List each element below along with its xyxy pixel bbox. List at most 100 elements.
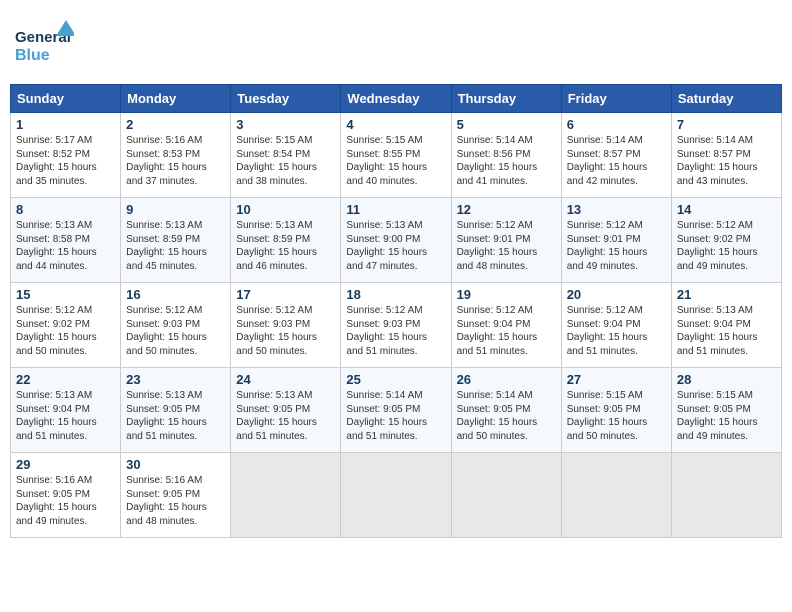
calendar-cell: 23 Sunrise: 5:13 AMSunset: 9:05 PMDayligh… [121,368,231,453]
day-number: 18 [346,287,445,302]
day-number: 23 [126,372,225,387]
day-info: Sunrise: 5:16 AMSunset: 9:05 PMDaylight:… [126,474,225,528]
day-number: 13 [567,202,666,217]
calendar-cell: 21 Sunrise: 5:13 AMSunset: 9:04 PMDayligh… [671,283,781,368]
calendar-week-3: 15 Sunrise: 5:12 AMSunset: 9:02 PMDayligh… [11,283,782,368]
day-info: Sunrise: 5:13 AMSunset: 9:04 PMDaylight:… [677,304,776,358]
day-number: 26 [457,372,556,387]
day-info: Sunrise: 5:14 AMSunset: 8:56 PMDaylight:… [457,134,556,188]
logo-svg: General Blue [14,18,74,73]
day-info: Sunrise: 5:12 AMSunset: 9:04 PMDaylight:… [457,304,556,358]
day-number: 17 [236,287,335,302]
day-info: Sunrise: 5:16 AMSunset: 8:53 PMDaylight:… [126,134,225,188]
calendar-cell: 6 Sunrise: 5:14 AMSunset: 8:57 PMDaylight… [561,113,671,198]
day-number: 14 [677,202,776,217]
calendar-cell: 10 Sunrise: 5:13 AMSunset: 8:59 PMDayligh… [231,198,341,283]
calendar-cell: 18 Sunrise: 5:12 AMSunset: 9:03 PMDayligh… [341,283,451,368]
calendar-cell: 30 Sunrise: 5:16 AMSunset: 9:05 PMDayligh… [121,453,231,538]
header-saturday: Saturday [671,85,781,113]
calendar-header-row: SundayMondayTuesdayWednesdayThursdayFrid… [11,85,782,113]
day-number: 21 [677,287,776,302]
day-info: Sunrise: 5:12 AMSunset: 9:03 PMDaylight:… [346,304,445,358]
day-info: Sunrise: 5:13 AMSunset: 9:05 PMDaylight:… [236,389,335,443]
day-info: Sunrise: 5:14 AMSunset: 9:05 PMDaylight:… [457,389,556,443]
day-info: Sunrise: 5:16 AMSunset: 9:05 PMDaylight:… [16,474,115,528]
day-info: Sunrise: 5:13 AMSunset: 9:05 PMDaylight:… [126,389,225,443]
day-info: Sunrise: 5:12 AMSunset: 9:01 PMDaylight:… [567,219,666,273]
calendar-cell: 12Sunrise: 5:12 AMSunset: 9:01 PMDayligh… [451,198,561,283]
day-number: 10 [236,202,335,217]
calendar-week-4: 22 Sunrise: 5:13 AMSunset: 9:04 PMDayligh… [11,368,782,453]
day-info: Sunrise: 5:12 AMSunset: 9:02 PMDaylight:… [16,304,115,358]
day-info: Sunrise: 5:13 AMSunset: 9:00 PMDaylight:… [346,219,445,273]
day-info: Sunrise: 5:12 AMSunset: 9:04 PMDaylight:… [567,304,666,358]
logo: General Blue [14,18,66,68]
day-info: Sunrise: 5:14 AMSunset: 8:57 PMDaylight:… [677,134,776,188]
calendar-cell: 13 Sunrise: 5:12 AMSunset: 9:01 PMDayligh… [561,198,671,283]
header-monday: Monday [121,85,231,113]
calendar-cell: 3 Sunrise: 5:15 AMSunset: 8:54 PMDaylight… [231,113,341,198]
day-info: Sunrise: 5:15 AMSunset: 9:05 PMDaylight:… [677,389,776,443]
calendar-cell: 29 Sunrise: 5:16 AMSunset: 9:05 PMDayligh… [11,453,121,538]
day-number: 28 [677,372,776,387]
calendar-cell: 24 Sunrise: 5:13 AMSunset: 9:05 PMDayligh… [231,368,341,453]
calendar-cell: 1 Sunrise: 5:17 AMSunset: 8:52 PMDaylight… [11,113,121,198]
day-number: 20 [567,287,666,302]
day-number: 6 [567,117,666,132]
day-number: 16 [126,287,225,302]
day-number: 25 [346,372,445,387]
day-number: 27 [567,372,666,387]
calendar-cell [561,453,671,538]
day-number: 19 [457,287,556,302]
header-sunday: Sunday [11,85,121,113]
calendar-cell: 26 Sunrise: 5:14 AMSunset: 9:05 PMDayligh… [451,368,561,453]
calendar-cell: 15 Sunrise: 5:12 AMSunset: 9:02 PMDayligh… [11,283,121,368]
calendar-cell: 9Sunrise: 5:13 AMSunset: 8:59 PMDaylight… [121,198,231,283]
day-number: 1 [16,117,115,132]
calendar-cell: 19 Sunrise: 5:12 AMSunset: 9:04 PMDayligh… [451,283,561,368]
day-number: 30 [126,457,225,472]
day-info: Sunrise: 5:13 AMSunset: 9:04 PMDaylight:… [16,389,115,443]
day-number: 9 [126,202,225,217]
header-thursday: Thursday [451,85,561,113]
day-number: 2 [126,117,225,132]
calendar-cell: 5 Sunrise: 5:14 AMSunset: 8:56 PMDaylight… [451,113,561,198]
calendar-cell: 7 Sunrise: 5:14 AMSunset: 8:57 PMDaylight… [671,113,781,198]
calendar-table: SundayMondayTuesdayWednesdayThursdayFrid… [10,84,782,538]
calendar-cell: 8Sunrise: 5:13 AMSunset: 8:58 PMDaylight… [11,198,121,283]
calendar-cell: 17 Sunrise: 5:12 AMSunset: 9:03 PMDayligh… [231,283,341,368]
calendar-cell: 20 Sunrise: 5:12 AMSunset: 9:04 PMDayligh… [561,283,671,368]
day-info: Sunrise: 5:15 AMSunset: 8:55 PMDaylight:… [346,134,445,188]
calendar-cell [341,453,451,538]
calendar-week-5: 29 Sunrise: 5:16 AMSunset: 9:05 PMDayligh… [11,453,782,538]
calendar-week-2: 8Sunrise: 5:13 AMSunset: 8:58 PMDaylight… [11,198,782,283]
calendar-week-1: 1 Sunrise: 5:17 AMSunset: 8:52 PMDaylight… [11,113,782,198]
calendar-cell: 25Sunrise: 5:14 AMSunset: 9:05 PMDayligh… [341,368,451,453]
calendar-cell [671,453,781,538]
header-friday: Friday [561,85,671,113]
day-number: 4 [346,117,445,132]
calendar-cell: 14Sunrise: 5:12 AMSunset: 9:02 PMDayligh… [671,198,781,283]
day-number: 11 [346,202,445,217]
day-info: Sunrise: 5:12 AMSunset: 9:03 PMDaylight:… [236,304,335,358]
day-number: 12 [457,202,556,217]
day-info: Sunrise: 5:17 AMSunset: 8:52 PMDaylight:… [16,134,115,188]
header-tuesday: Tuesday [231,85,341,113]
day-number: 29 [16,457,115,472]
calendar-cell: 4 Sunrise: 5:15 AMSunset: 8:55 PMDaylight… [341,113,451,198]
day-info: Sunrise: 5:13 AMSunset: 8:59 PMDaylight:… [236,219,335,273]
calendar-cell: 2 Sunrise: 5:16 AMSunset: 8:53 PMDaylight… [121,113,231,198]
calendar-cell: 22 Sunrise: 5:13 AMSunset: 9:04 PMDayligh… [11,368,121,453]
day-info: Sunrise: 5:15 AMSunset: 8:54 PMDaylight:… [236,134,335,188]
day-number: 22 [16,372,115,387]
day-number: 3 [236,117,335,132]
day-info: Sunrise: 5:13 AMSunset: 8:58 PMDaylight:… [16,219,115,273]
day-number: 5 [457,117,556,132]
day-number: 15 [16,287,115,302]
calendar-cell [451,453,561,538]
day-info: Sunrise: 5:14 AMSunset: 8:57 PMDaylight:… [567,134,666,188]
day-info: Sunrise: 5:15 AMSunset: 9:05 PMDaylight:… [567,389,666,443]
day-number: 24 [236,372,335,387]
day-number: 7 [677,117,776,132]
calendar-cell: 11 Sunrise: 5:13 AMSunset: 9:00 PMDayligh… [341,198,451,283]
